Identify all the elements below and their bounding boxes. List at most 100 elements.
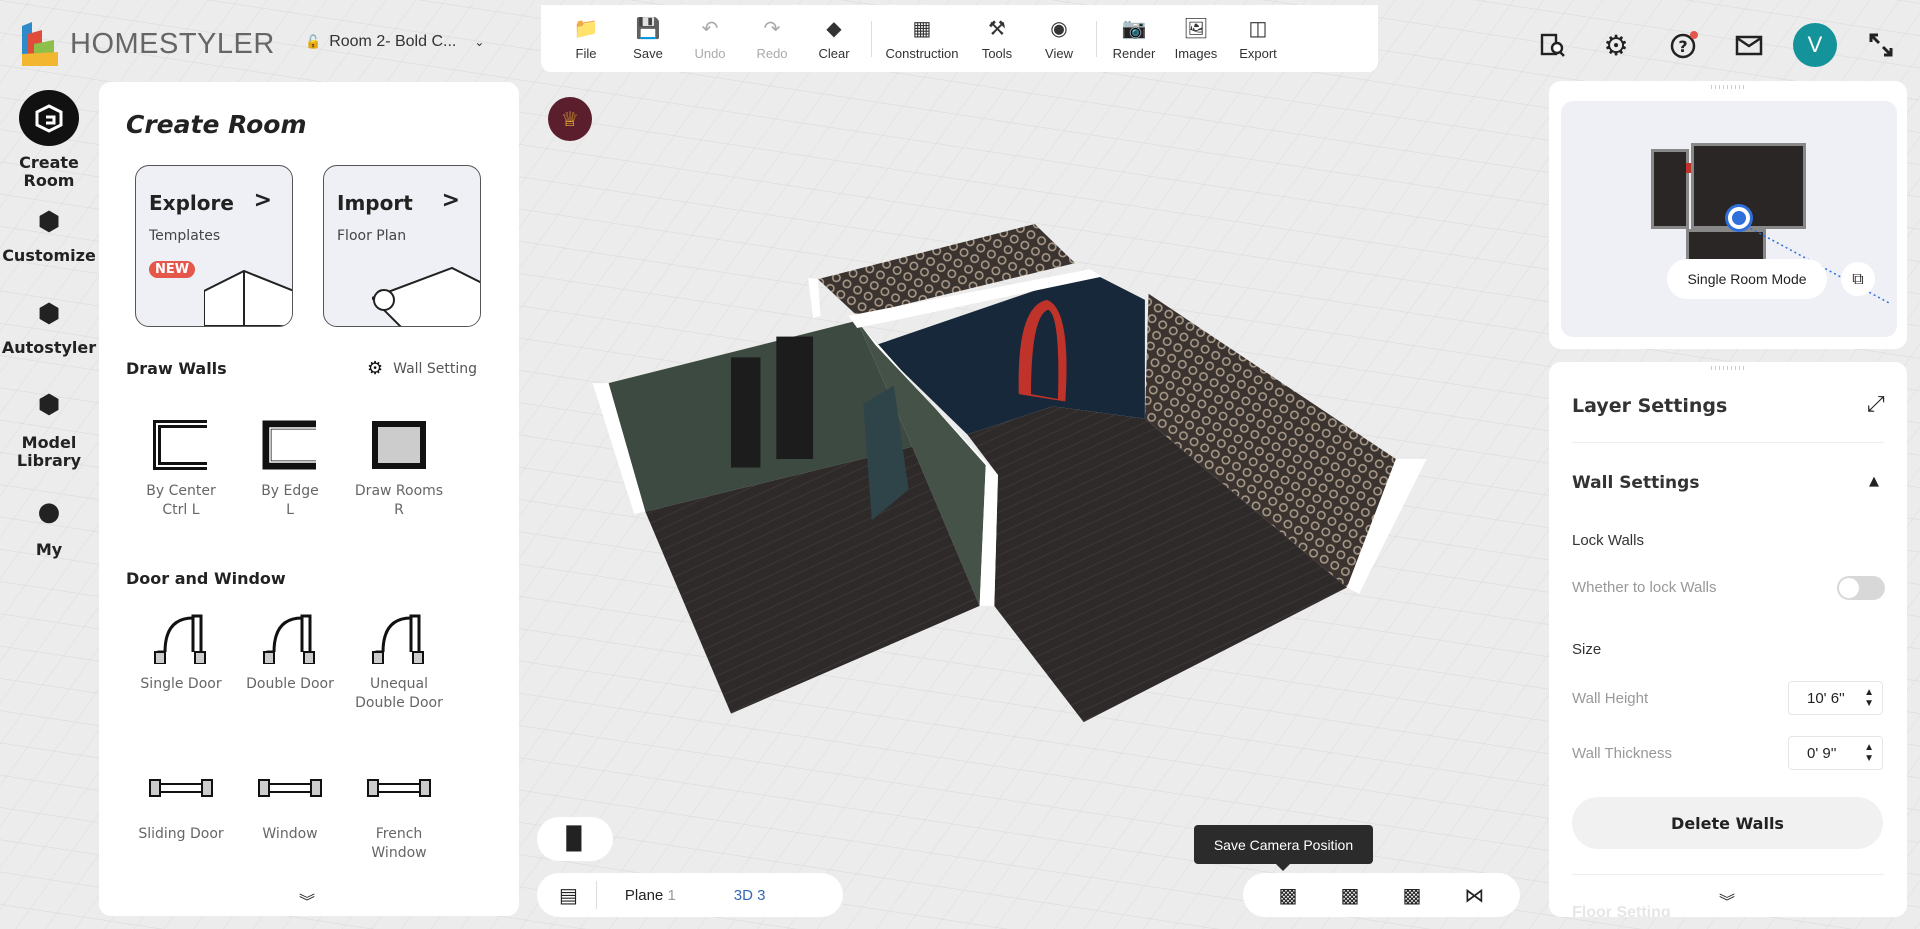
wall-settings-heading: Wall Settings xyxy=(1572,473,1700,493)
gear-icon: ⚙ xyxy=(367,358,384,379)
stepper-arrows-icon[interactable]: ▲ ▼ xyxy=(1864,687,1874,709)
draw-by-center[interactable]: By Center Ctrl L xyxy=(121,416,241,520)
toolbar-label: Save xyxy=(633,46,663,61)
eye-icon: ◉ xyxy=(1050,17,1068,40)
import-floor-plan-card[interactable]: Import > Floor Plan xyxy=(323,165,481,327)
3d-view-button[interactable]: 3D 3 xyxy=(734,887,766,904)
toolbar-export-button[interactable]: ◫ Export xyxy=(1227,16,1289,62)
clipping-icon[interactable]: ⋈ xyxy=(1464,883,1484,907)
save-icon: 💾 xyxy=(635,17,661,40)
toolbar-label: File xyxy=(575,46,597,61)
toolbar-clear-button[interactable]: ◆ Clear xyxy=(803,16,865,62)
plane-label: Plane xyxy=(624,886,664,904)
single-room-mode-button[interactable]: Single Room Mode xyxy=(1667,259,1827,299)
nav-model-library[interactable]: ⬢ Model Library xyxy=(0,392,98,470)
user-avatar[interactable]: V xyxy=(1793,23,1837,67)
single-door[interactable]: Single Door xyxy=(121,609,241,694)
floor-setting-heading[interactable]: Floor Setting xyxy=(1572,904,1671,917)
lock-walls-label: Lock Walls xyxy=(1572,532,1644,549)
draw-by-edge[interactable]: By Edge L xyxy=(230,416,350,520)
toolbar-redo-button[interactable]: ↷ Redo xyxy=(741,16,803,62)
window[interactable]: Window xyxy=(230,759,350,844)
project-name-dropdown[interactable]: 🔓 Room 2- Bold C... ⌄ xyxy=(305,33,484,51)
item-shortcut: L xyxy=(286,502,294,518)
settings-gear-icon[interactable]: ⚙ xyxy=(1601,29,1631,62)
nav-create-room[interactable]: Create Room xyxy=(0,90,98,190)
save-camera-position-icon[interactable]: ▩ xyxy=(1279,883,1298,907)
drag-handle[interactable] xyxy=(1711,85,1745,89)
toolbar-images-button[interactable]: 🖼 Images xyxy=(1165,16,1227,62)
toolbar-tools-button[interactable]: ⚒ Tools xyxy=(966,16,1028,62)
toolbar-file-button[interactable]: 📁 File xyxy=(555,16,617,62)
search-model-icon[interactable] xyxy=(1538,30,1568,60)
divider xyxy=(1572,874,1884,875)
door-window-heading: Door and Window xyxy=(126,569,286,588)
toolbar-undo-button[interactable]: ↶ Undo xyxy=(679,16,741,62)
draw-rooms[interactable]: Draw Rooms R xyxy=(339,416,459,520)
my-icon: ● xyxy=(37,497,61,527)
nav-label: Autostyler xyxy=(1,338,97,357)
toolbar-render-button[interactable]: 📷 Render xyxy=(1103,16,1165,62)
drag-handle[interactable] xyxy=(1711,366,1745,370)
fullscreen-icon[interactable] xyxy=(1866,30,1896,60)
customize-icon: ⬢ xyxy=(37,207,61,237)
toolbar-construction-button[interactable]: ▦ Construction xyxy=(878,16,966,62)
add-floor-button[interactable]: ▉ xyxy=(537,817,613,861)
plane-count: 1 xyxy=(667,886,676,904)
expand-icon[interactable]: ⤢ xyxy=(1867,392,1885,417)
wall-thickness-input[interactable]: 0' 9'' ▲ ▼ xyxy=(1788,736,1883,770)
homestyler-logo[interactable]: HOMESTYLER xyxy=(20,22,275,66)
unequal-double-door-icon xyxy=(339,609,459,667)
main-toolbar: 📁 File 💾 Save ↶ Undo ↷ Redo ◆ Clear ▦ Construction ⚒… xyxy=(541,5,1378,72)
plane-view-button[interactable]: Plane 1 xyxy=(625,887,676,904)
sliding-door[interactable]: Sliding Door xyxy=(121,759,241,844)
nav-my[interactable]: ● My xyxy=(0,497,98,559)
collapse-triangle-icon[interactable]: ▲ xyxy=(1869,474,1879,489)
nav-autostyler[interactable]: ⬢ Autostyler xyxy=(0,299,98,357)
camera-settings-icon[interactable]: ▩ xyxy=(1341,883,1360,907)
lock-walls-description: Whether to lock Walls xyxy=(1572,579,1717,596)
explore-templates-card[interactable]: Explore > Templates NEW xyxy=(135,165,293,327)
minimap-panel: Single Room Mode ⧉ xyxy=(1549,81,1907,349)
item-label: Window xyxy=(262,826,318,842)
size-label: Size xyxy=(1572,641,1602,658)
double-door[interactable]: Double Door xyxy=(230,609,350,694)
floor-plan-illustration-icon xyxy=(372,266,480,326)
expand-more-chevron-icon[interactable]: ︾ xyxy=(299,888,315,912)
item-label: French Window xyxy=(371,826,427,861)
lock-walls-toggle[interactable] xyxy=(1837,576,1885,600)
by-center-icon xyxy=(121,416,241,474)
camera-switch-icon[interactable]: ▩ xyxy=(1402,883,1421,907)
image-icon: 🖼 xyxy=(1183,17,1209,40)
unequal-double-door[interactable]: Unequal Double Door xyxy=(339,609,459,713)
toolbar-save-button[interactable]: 💾 Save xyxy=(617,16,679,62)
minimap-toggle-icon[interactable]: ⧉ xyxy=(1841,262,1875,296)
french-window[interactable]: French Window xyxy=(339,759,459,863)
toolbar-view-button[interactable]: ◉ View xyxy=(1028,16,1090,62)
sliding-door-icon xyxy=(121,759,241,817)
material-pattern-icon[interactable]: ▤ xyxy=(559,883,578,908)
toolbar-divider xyxy=(1096,20,1097,57)
export-icon: ◫ xyxy=(1248,17,1268,40)
toolbar-label: Undo xyxy=(694,46,726,61)
wall-height-value: 10' 6'' xyxy=(1807,689,1845,707)
scroll-more-chevron-icon[interactable]: ︾ xyxy=(1719,888,1735,912)
french-window-icon xyxy=(339,759,459,817)
premium-crown-icon[interactable]: ♕ xyxy=(548,97,592,141)
mail-icon[interactable] xyxy=(1734,30,1764,60)
create-room-icon xyxy=(19,90,79,146)
autostyler-icon: ⬢ xyxy=(37,299,61,329)
nav-customize[interactable]: ⬢ Customize xyxy=(0,207,98,265)
minimap[interactable]: Single Room Mode ⧉ xyxy=(1561,101,1897,337)
help-icon[interactable]: ? xyxy=(1669,30,1699,60)
wall-height-input[interactable]: 10' 6'' ▲ ▼ xyxy=(1788,681,1883,715)
wall-thickness-label: Wall Thickness xyxy=(1572,745,1673,762)
divider xyxy=(595,881,597,909)
tools-icon: ⚒ xyxy=(988,17,1006,40)
stepper-arrows-icon[interactable]: ▲ ▼ xyxy=(1864,742,1874,764)
wall-setting-link[interactable]: ⚙ Wall Setting xyxy=(367,358,477,379)
item-label: Sliding Door xyxy=(138,826,224,842)
toolbar-label: Tools xyxy=(981,46,1013,61)
card-subtitle: Templates xyxy=(149,228,221,244)
delete-walls-button[interactable]: Delete Walls xyxy=(1572,797,1883,849)
